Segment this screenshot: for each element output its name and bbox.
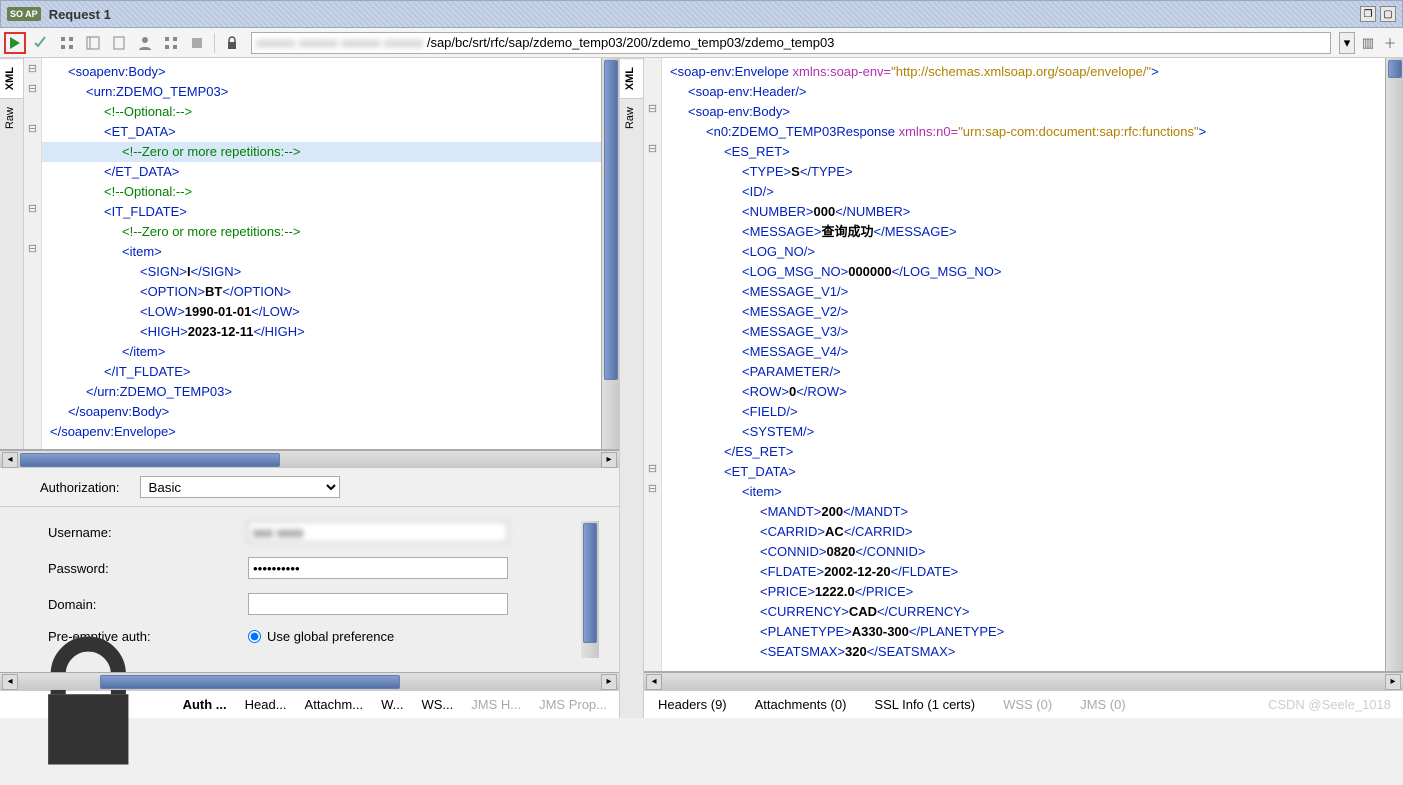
auth-header: Authorization: Basic: [0, 468, 619, 507]
lock-icon: [221, 32, 243, 54]
user-button[interactable]: [134, 32, 156, 54]
tab-auth[interactable]: Auth ...: [179, 693, 231, 716]
username-input[interactable]: [248, 521, 508, 543]
toolbar: xxxxxx xxxxxx xxxxxx xxxxxx /sap/bc/srt/…: [0, 28, 1403, 58]
response-hscrollbar[interactable]: ◂ ▸: [644, 672, 1403, 690]
password-input[interactable]: [248, 557, 508, 579]
tab-attachments[interactable]: Attachm...: [301, 693, 368, 716]
request-property-tabs: Auth ... Head... Attachm... W... WS... J…: [0, 690, 619, 718]
window-titlebar: SO AP Request 1 ❐ ▢: [0, 0, 1403, 28]
run-button[interactable]: [4, 32, 26, 54]
tab-resp-headers[interactable]: Headers (9): [652, 693, 733, 716]
tab-resp-wss[interactable]: WSS (0): [997, 693, 1058, 716]
left-bottom-hscrollbar[interactable]: ◂ ▸: [0, 672, 619, 690]
url-dropdown-button[interactable]: ▾: [1339, 32, 1355, 54]
tab-raw[interactable]: Raw: [0, 98, 23, 137]
url-host-blurred: xxxxxx xxxxxx xxxxxx xxxxxx: [256, 35, 423, 50]
add-button[interactable]: ＋: [1381, 32, 1399, 54]
request-fold-gutter: ⊟⊟⊟⊟⊟: [24, 58, 42, 449]
tab-wsrm[interactable]: WS...: [417, 693, 457, 716]
filter-button[interactable]: ▥: [1359, 32, 1377, 54]
stop-square-button[interactable]: [186, 32, 208, 54]
request-view-tabs: XML Raw: [0, 58, 24, 449]
authorization-type-select[interactable]: Basic: [140, 476, 340, 498]
tab-resp-attachments[interactable]: Attachments (0): [749, 693, 853, 716]
tab-resp-jms[interactable]: JMS (0): [1074, 693, 1132, 716]
response-view-tabs: XML Raw: [620, 58, 644, 718]
preemptive-global-label: Use global preference: [267, 629, 394, 644]
authorization-label: Authorization:: [40, 480, 120, 495]
username-label: Username:: [48, 525, 248, 540]
response-vscrollbar[interactable]: [1385, 58, 1403, 671]
domain-input[interactable]: [248, 593, 508, 615]
tab-jms-props[interactable]: JMS Prop...: [535, 693, 611, 716]
preemptive-global-radio[interactable]: [248, 630, 261, 643]
raw-button[interactable]: [108, 32, 130, 54]
soap-badge-icon: SO AP: [7, 7, 41, 21]
tab-wsa[interactable]: W...: [377, 693, 407, 716]
url-path: /sap/bc/srt/rfc/sap/zdemo_temp03/200/zde…: [427, 35, 835, 50]
tab-xml[interactable]: XML: [0, 58, 23, 98]
response-property-tabs: Headers (9) Attachments (0) SSL Info (1 …: [644, 690, 1403, 718]
response-fold-gutter: ⊟⊟⊟⊟: [644, 58, 662, 671]
response-xml-viewer[interactable]: <soap-env:Envelope xmlns:soap-env="http:…: [662, 58, 1385, 671]
window-title: Request 1: [49, 7, 1356, 22]
domain-label: Domain:: [48, 597, 248, 612]
tab-jms-headers[interactable]: JMS H...: [467, 693, 525, 716]
tab-response-xml[interactable]: XML: [620, 58, 643, 98]
request-hscrollbar[interactable]: ◂ ▸: [0, 450, 619, 468]
tab-resp-sslinfo[interactable]: SSL Info (1 certs): [868, 693, 981, 716]
tab-response-raw[interactable]: Raw: [620, 98, 643, 137]
grid-button[interactable]: [160, 32, 182, 54]
password-label: Password:: [48, 561, 248, 576]
request-vscrollbar[interactable]: [601, 58, 619, 449]
endpoint-url-input[interactable]: xxxxxx xxxxxx xxxxxx xxxxxx /sap/bc/srt/…: [251, 32, 1331, 54]
stop-button[interactable]: [30, 32, 52, 54]
tab-headers[interactable]: Head...: [241, 693, 291, 716]
watermark: CSDN @Seele_1018: [1268, 697, 1391, 712]
add-assertion-button[interactable]: [56, 32, 78, 54]
auth-vscrollbar[interactable]: [581, 521, 599, 658]
request-xml-editor[interactable]: <soapenv:Body><urn:ZDEMO_TEMP03><!--Opti…: [42, 58, 601, 449]
config-button[interactable]: [82, 32, 104, 54]
restore-button[interactable]: ▢: [1380, 6, 1396, 22]
lock-icon: [8, 624, 169, 785]
maximize-button[interactable]: ❐: [1360, 6, 1376, 22]
